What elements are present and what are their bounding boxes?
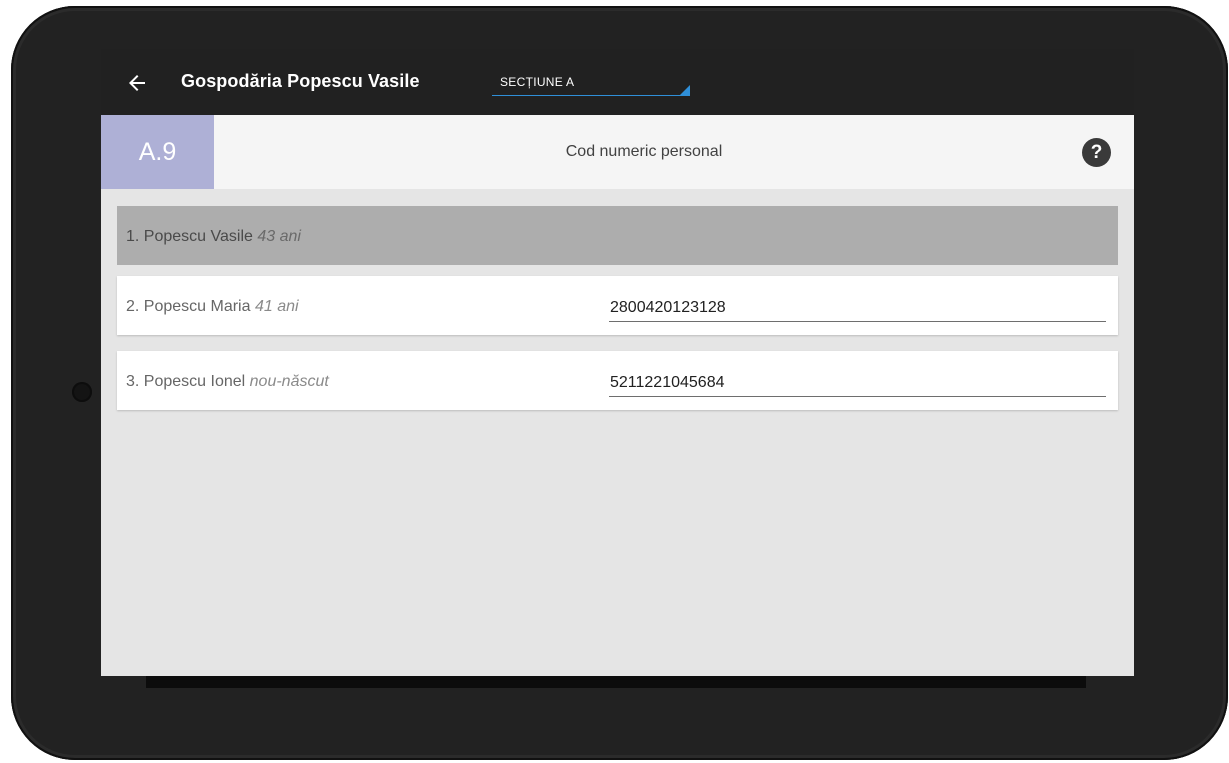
- household-title: Gospodăria Popescu Vasile: [181, 71, 420, 91]
- member-label: 1. Popescu Vasile 43 ani: [126, 206, 301, 265]
- camera-lens: [72, 382, 92, 402]
- question-label: Cod numeric personal: [565, 143, 723, 160]
- app-screen: Gospodăria Popescu Vasile SECȚIUNE A A.9…: [101, 49, 1134, 676]
- back-arrow-icon[interactable]: [125, 71, 149, 95]
- dropdown-caret-icon: [680, 85, 690, 95]
- member-label: 3. Popescu Ionel nou-născut: [126, 351, 329, 410]
- member-age: nou-născut: [249, 373, 329, 390]
- section-dropdown[interactable]: SECȚIUNE A: [492, 73, 690, 96]
- member-label: 2. Popescu Maria 41 ani: [126, 276, 299, 335]
- question-code: A.9: [101, 115, 214, 189]
- member-age: 41 ani: [254, 298, 299, 315]
- help-icon[interactable]: ?: [1082, 138, 1111, 167]
- member-name: 2. Popescu Maria: [126, 298, 251, 315]
- member-row-3[interactable]: 3. Popescu Ionel nou-născut: [117, 351, 1118, 410]
- section-dropdown-value: SECȚIUNE A: [500, 75, 575, 89]
- member-row-1[interactable]: 1. Popescu Vasile 43 ani: [117, 206, 1118, 265]
- member-name: 1. Popescu Vasile: [126, 228, 253, 245]
- cnp-input[interactable]: [609, 370, 1106, 397]
- member-row-2[interactable]: 2. Popescu Maria 41 ani: [117, 276, 1118, 335]
- member-age: 43 ani: [257, 228, 301, 245]
- app-bar: Gospodăria Popescu Vasile SECȚIUNE A: [101, 49, 1134, 115]
- question-header: A.9 Cod numeric personal ?: [101, 115, 1134, 189]
- member-name: 3. Popescu Ionel: [126, 373, 246, 390]
- cnp-input[interactable]: [609, 295, 1106, 322]
- screen-bottom-bar: [146, 676, 1086, 688]
